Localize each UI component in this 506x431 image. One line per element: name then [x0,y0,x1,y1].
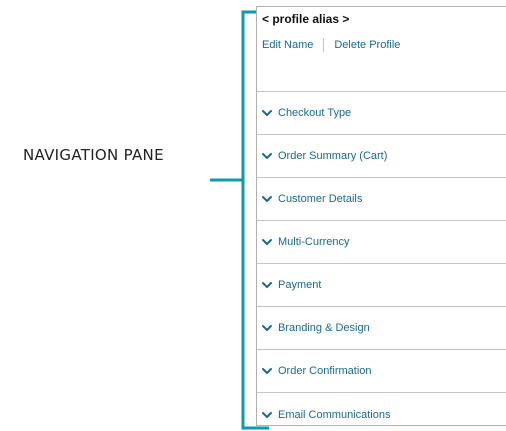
nav-item-label: Multi-Currency [278,236,350,248]
chevron-down-icon [262,411,272,418]
nav-item-order-summary[interactable]: Order Summary (Cart) [257,135,506,178]
chevron-down-icon [262,282,272,288]
profile-actions: Edit Name Delete Profile [262,38,400,52]
delete-profile-link[interactable]: Delete Profile [334,39,400,51]
nav-item-label: Customer Details [278,193,363,205]
chevron-down-icon [262,196,272,202]
annotated-screenshot: NAVIGATION PANE < profile alias > Edit N… [0,0,506,431]
nav-item-order-confirmation[interactable]: Order Confirmation [257,350,506,393]
nav-item-label: Branding & Design [278,322,370,334]
nav-item-label: Payment [278,279,322,291]
nav-item-email-communications[interactable]: Email Communications [257,393,506,425]
nav-item-label: Order Summary (Cart) [278,150,388,162]
nav-item-checkout-type[interactable]: Checkout Type [257,92,506,135]
edit-name-link[interactable]: Edit Name [262,39,313,51]
nav-item-label: Checkout Type [278,107,352,119]
chevron-down-icon [262,325,272,331]
chevron-down-icon [262,110,272,116]
chevron-down-icon [262,239,272,245]
navigation-pane: < profile alias > Edit Name Delete Profi… [256,6,506,426]
nav-item-multi-currency[interactable]: Multi-Currency [257,221,506,264]
nav-section-list: Checkout Type Order Summary (Cart) Custo… [257,92,506,425]
nav-item-label: Email Communications [278,408,391,421]
nav-item-branding-design[interactable]: Branding & Design [257,307,506,350]
link-divider [323,38,325,52]
profile-alias-title: < profile alias > [262,12,350,26]
chevron-down-icon [262,368,272,374]
nav-item-label: Order Confirmation [278,365,372,377]
nav-item-customer-details[interactable]: Customer Details [257,178,506,221]
chevron-down-icon [262,153,272,159]
nav-item-payment[interactable]: Payment [257,264,506,307]
